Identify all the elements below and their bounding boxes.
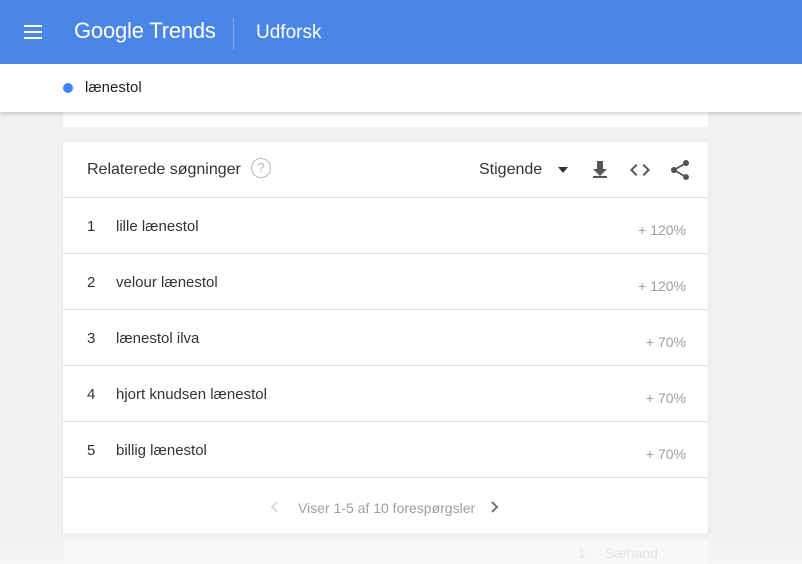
search-term-bar: lænestol	[0, 64, 802, 112]
row-rank: 4	[87, 386, 96, 403]
row-value: + 70%	[645, 446, 686, 462]
term-color-dot	[63, 83, 73, 93]
row-value: + 120%	[638, 278, 686, 294]
row-value: + 70%	[645, 334, 686, 350]
row-rank: 5	[87, 442, 96, 459]
list-item[interactable]: 1 lille lænestol + 120%	[63, 198, 708, 254]
row-query[interactable]: lænestol ilva	[116, 330, 199, 347]
related-searches-card: Relaterede søgninger ? Stigende 1 lille …	[63, 142, 708, 533]
list-item[interactable]: 2 velour lænestol + 120%	[63, 254, 708, 310]
chevron-left-icon[interactable]	[269, 500, 281, 514]
section-title: Udforsk	[256, 22, 322, 43]
hamburger-menu-icon[interactable]	[24, 25, 44, 41]
row-query[interactable]: billig lænestol	[116, 442, 207, 459]
row-rank: 1	[87, 218, 96, 235]
logo-google-text: Google	[74, 18, 144, 43]
share-icon[interactable]	[668, 158, 692, 182]
download-icon[interactable]	[588, 158, 612, 182]
list-item[interactable]: 3 lænestol ilva + 70%	[63, 310, 708, 366]
help-icon[interactable]: ?	[251, 158, 271, 178]
row-value: + 120%	[638, 222, 686, 238]
list-item[interactable]: 4 hjort knudsen lænestol + 70%	[63, 366, 708, 422]
ghost-row-query: Sæhand	[605, 545, 658, 561]
chevron-right-icon[interactable]	[488, 500, 500, 514]
row-value: + 70%	[645, 390, 686, 406]
pagination-text: Viser 1-5 af 10 forespørgsler	[298, 500, 476, 516]
previous-card-bottom	[63, 112, 708, 127]
dropdown-arrow-icon[interactable]	[558, 167, 568, 173]
embed-code-icon[interactable]	[628, 158, 652, 182]
pagination: Viser 1-5 af 10 forespørgsler	[63, 478, 708, 534]
card-header: Relaterede søgninger ? Stigende	[63, 142, 708, 198]
row-rank: 2	[87, 274, 96, 291]
search-term-label[interactable]: lænestol	[85, 79, 142, 96]
list-item[interactable]: 5 billig lænestol + 70%	[63, 422, 708, 478]
row-query[interactable]: lille lænestol	[116, 218, 199, 235]
google-trends-logo[interactable]: Google Trends	[74, 18, 216, 44]
row-query[interactable]: velour lænestol	[116, 274, 218, 291]
logo-trends-text: Trends	[149, 18, 216, 43]
card-title: Relaterede søgninger	[87, 161, 241, 178]
ghost-row-rank: 1	[578, 545, 586, 561]
top-app-bar: Google Trends Udforsk	[0, 0, 802, 64]
header-divider	[233, 18, 234, 50]
sort-dropdown[interactable]: Stigende	[479, 161, 542, 179]
row-rank: 3	[87, 330, 96, 347]
row-query[interactable]: hjort knudsen lænestol	[116, 386, 267, 403]
